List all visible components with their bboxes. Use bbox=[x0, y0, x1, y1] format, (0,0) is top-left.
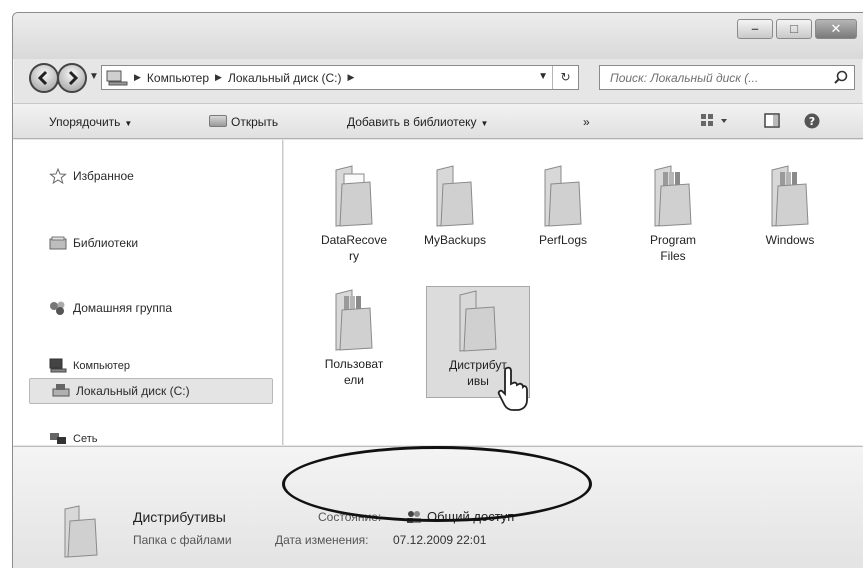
details-file-name: Дистрибутивы bbox=[133, 509, 226, 525]
maximize-icon: □ bbox=[790, 21, 798, 36]
folder-icon bbox=[544, 165, 582, 227]
breadcrumb-arrow-icon: ▶ bbox=[134, 72, 141, 82]
nav-label: Избранное bbox=[73, 169, 134, 183]
folder-icon bbox=[436, 165, 474, 227]
computer-icon bbox=[49, 358, 67, 373]
file-name: Windows bbox=[765, 233, 815, 247]
recent-pages-dropdown[interactable]: ▼ bbox=[89, 71, 99, 82]
title-bar: – □ ✕ bbox=[13, 13, 863, 59]
nav-label: Сеть bbox=[73, 433, 98, 445]
minimize-button[interactable]: – bbox=[737, 19, 773, 39]
open-folder-icon bbox=[209, 115, 227, 127]
file-item[interactable]: Windows bbox=[740, 164, 840, 248]
homegroup-icon bbox=[50, 301, 65, 315]
breadcrumb-arrow-icon: ▶ bbox=[347, 72, 355, 82]
chevron-down-icon: ▼ bbox=[480, 119, 489, 128]
preview-pane-icon bbox=[764, 113, 780, 128]
navigation-pane: Избранное Библиотеки Домашняя группа Ком… bbox=[13, 140, 283, 445]
forward-button[interactable] bbox=[57, 63, 87, 93]
help-button[interactable]: ? bbox=[803, 112, 821, 133]
breadcrumb-subfolders[interactable]: ▶ bbox=[342, 72, 361, 83]
hand-cursor-icon bbox=[497, 366, 528, 411]
file-item[interactable]: PerfLogs bbox=[513, 164, 613, 248]
file-name: PerfLogs bbox=[538, 233, 588, 247]
breadcrumb-label: Локальный диск (C:) bbox=[227, 70, 342, 85]
file-item[interactable]: MyBackups bbox=[405, 164, 505, 248]
file-item[interactable]: DataRecove ry bbox=[304, 164, 404, 264]
star-icon bbox=[49, 168, 67, 184]
details-file-type: Папка с файлами bbox=[133, 533, 232, 547]
help-icon: ? bbox=[804, 113, 820, 129]
folder-files-icon bbox=[771, 165, 809, 227]
organize-button[interactable]: Упорядочить ▼ bbox=[49, 115, 132, 129]
back-button[interactable] bbox=[29, 63, 59, 93]
open-button[interactable]: Открыть bbox=[209, 115, 278, 129]
details-date-label: Дата изменения: bbox=[275, 533, 369, 547]
close-button[interactable]: ✕ bbox=[815, 19, 857, 39]
window-controls: – □ ✕ bbox=[737, 19, 857, 39]
svg-text:?: ? bbox=[809, 115, 815, 128]
search-input[interactable]: Поиск: Локальный диск (... bbox=[599, 65, 855, 90]
arrow-left-icon bbox=[37, 70, 48, 86]
organize-label: Упорядочить bbox=[49, 115, 121, 129]
add-to-library-label: Добавить в библиотеку bbox=[347, 115, 477, 129]
nav-item-local-disk[interactable]: Локальный диск (C:) bbox=[29, 378, 273, 404]
chevron-down-icon: ▼ bbox=[124, 119, 133, 128]
file-name: MyBackups bbox=[423, 233, 487, 247]
search-icon bbox=[834, 70, 848, 84]
open-label: Открыть bbox=[231, 115, 279, 129]
library-icon bbox=[49, 236, 67, 250]
breadcrumb-label: Компьютер bbox=[146, 70, 210, 85]
folder-icon bbox=[459, 290, 497, 352]
nav-label: Компьютер bbox=[73, 360, 130, 372]
arrow-right-icon bbox=[68, 70, 79, 86]
file-item[interactable]: Program Files bbox=[623, 164, 723, 264]
command-bar: Упорядочить ▼ Открыть Добавить в библиоте… bbox=[13, 103, 863, 139]
minimize-icon: – bbox=[751, 21, 759, 36]
nav-label: Локальный диск (C:) bbox=[76, 384, 190, 398]
details-date-value: 07.12.2009 22:01 bbox=[393, 533, 487, 547]
change-view-button[interactable] bbox=[699, 112, 729, 133]
breadcrumb-local-disk[interactable]: ▶ Локальный диск (C:) bbox=[209, 71, 341, 85]
more-commands-button[interactable]: » bbox=[583, 115, 590, 129]
nav-label: Домашняя группа bbox=[73, 301, 173, 315]
network-icon bbox=[50, 433, 66, 444]
refresh-button[interactable]: ↻ bbox=[552, 66, 578, 89]
file-list: DataRecove ry MyBackups PerfLogs Program… bbox=[284, 140, 863, 445]
breadcrumb-computer[interactable]: ▶ Компьютер bbox=[128, 71, 209, 85]
breadcrumb-arrow-icon: ▶ bbox=[215, 72, 222, 82]
folder-files-icon bbox=[654, 165, 692, 227]
add-to-library-button[interactable]: Добавить в библиотеку ▼ bbox=[347, 115, 488, 129]
drive-icon bbox=[52, 384, 70, 397]
address-row: ▼ ▶ Компьютер ▶ Локальный диск (C:) ▶ ▼ … bbox=[13, 61, 863, 95]
file-name: Пользоват ели bbox=[324, 357, 384, 387]
address-bar[interactable]: ▶ Компьютер ▶ Локальный диск (C:) ▶ ▼ ↻ bbox=[101, 65, 579, 90]
maximize-button[interactable]: □ bbox=[776, 19, 812, 39]
nav-item-homegroup[interactable]: Домашняя группа bbox=[49, 300, 172, 316]
close-icon: ✕ bbox=[830, 21, 842, 36]
nav-label: Библиотеки bbox=[73, 236, 139, 250]
file-item[interactable]: Пользоват ели bbox=[304, 288, 404, 388]
annotation-ellipse bbox=[282, 446, 592, 522]
nav-item-network[interactable]: Сеть bbox=[49, 431, 97, 447]
folder-files-icon bbox=[335, 289, 373, 351]
search-placeholder: Поиск: Локальный диск (... bbox=[610, 71, 759, 85]
folder-document-icon bbox=[335, 165, 373, 227]
view-icon bbox=[701, 114, 727, 126]
nav-item-libraries[interactable]: Библиотеки bbox=[49, 235, 138, 251]
file-name: Program Files bbox=[649, 233, 696, 263]
nav-item-favorites[interactable]: Избранное bbox=[49, 168, 134, 184]
nav-item-computer[interactable]: Компьютер bbox=[49, 358, 130, 374]
preview-pane-button[interactable] bbox=[763, 112, 781, 133]
address-dropdown-icon[interactable]: ▼ bbox=[538, 71, 548, 82]
file-name: DataRecove ry bbox=[320, 233, 388, 263]
computer-icon bbox=[106, 70, 128, 85]
folder-icon bbox=[64, 505, 98, 558]
